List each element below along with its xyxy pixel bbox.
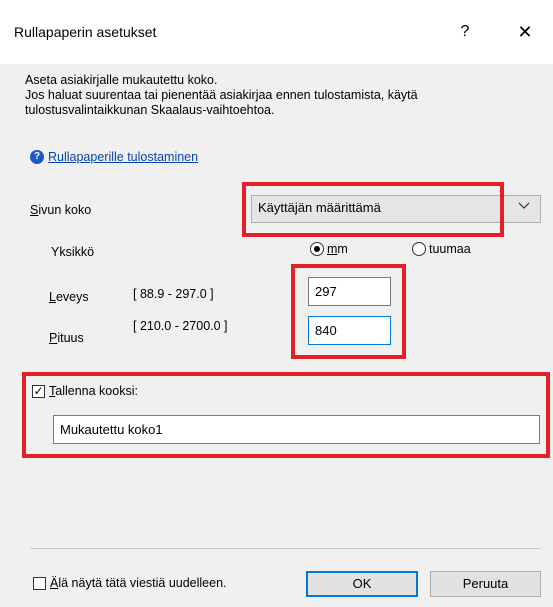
dont-show-row[interactable]: Älä näytä tätä viestiä uudelleen. bbox=[33, 576, 227, 590]
description-line-3: tulostusvalintaikkunan Skaalaus-vaihtoeh… bbox=[25, 103, 275, 117]
description-text: Aseta asiakirjalle mukautettu koko. Jos … bbox=[25, 73, 418, 118]
dialog-title: Rullapaperin asetukset bbox=[14, 24, 157, 40]
help-button[interactable]: ? bbox=[452, 14, 478, 50]
unit-option-inch[interactable]: tuumaa bbox=[412, 242, 471, 256]
width-label: Leveys bbox=[49, 290, 89, 304]
cancel-button[interactable]: Peruuta bbox=[430, 571, 541, 597]
separator bbox=[30, 548, 540, 549]
length-range: [ 210.0 - 2700.0 ] bbox=[133, 319, 228, 333]
unit-label: Yksikkö bbox=[51, 245, 95, 259]
chevron-down-icon bbox=[518, 199, 530, 214]
mm-label: mm bbox=[327, 242, 348, 256]
inch-label: tuumaa bbox=[429, 242, 471, 256]
question-icon: ? bbox=[30, 150, 44, 164]
description-line-2: Jos haluat suurentaa tai pienentää asiak… bbox=[25, 88, 418, 102]
ok-button[interactable]: OK bbox=[306, 571, 418, 597]
highlight-save-as bbox=[22, 372, 550, 458]
help-link-row[interactable]: ? Rullapaperille tulostaminen bbox=[30, 149, 198, 165]
highlight-dimensions bbox=[291, 264, 406, 359]
dont-show-label: Älä näytä tätä viestiä uudelleen. bbox=[50, 576, 227, 590]
highlight-page-size bbox=[242, 182, 504, 237]
description-line-1: Aseta asiakirjalle mukautettu koko. bbox=[25, 73, 218, 87]
roll-paper-help-link[interactable]: Rullapaperille tulostaminen bbox=[48, 150, 198, 164]
length-label: Pituus bbox=[49, 331, 84, 345]
inch-radio[interactable] bbox=[412, 242, 426, 256]
mm-radio[interactable] bbox=[310, 242, 324, 256]
width-range: [ 88.9 - 297.0 ] bbox=[133, 287, 214, 301]
unit-option-mm[interactable]: mm bbox=[310, 242, 348, 256]
page-size-label: Sivun koko bbox=[30, 203, 92, 217]
close-button[interactable]: ✕ bbox=[510, 14, 540, 50]
dont-show-checkbox[interactable] bbox=[33, 576, 46, 590]
